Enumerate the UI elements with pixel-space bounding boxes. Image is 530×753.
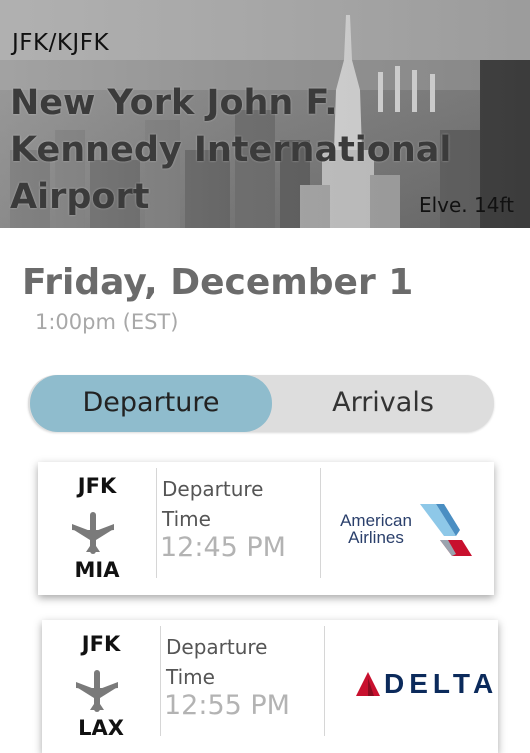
- flight-card[interactable]: JFK LAX Departure Time 12:55 PM DELTA: [42, 620, 498, 753]
- departure-time-label: Departure Time: [166, 635, 268, 689]
- airplane-icon: [72, 512, 114, 554]
- origin-code: JFK: [77, 474, 117, 498]
- destination-code: MIA: [74, 558, 120, 582]
- airline-name: American Airlines: [340, 511, 412, 547]
- tab-arrivals[interactable]: Arrivals: [272, 375, 494, 432]
- airline-name: DELTA: [384, 668, 499, 699]
- airport-elevation: Elve. 14ft: [418, 193, 514, 217]
- origin-code: JFK: [81, 632, 121, 656]
- airline-logo-delta: DELTA: [334, 620, 498, 753]
- departure-time-label: Departure Time: [162, 477, 264, 531]
- airport-code: JFK/KJFK: [12, 30, 110, 56]
- airport-header: JFK/KJFK New York John F. Kennedy Intern…: [0, 0, 530, 228]
- airport-name: New York John F. Kennedy International A…: [10, 83, 452, 217]
- destination-code: LAX: [78, 716, 124, 740]
- departure-time: 12:55 PM: [164, 690, 290, 721]
- divider: [320, 468, 321, 578]
- divider: [324, 626, 325, 736]
- divider: [156, 468, 157, 578]
- departure-time: 12:45 PM: [160, 532, 286, 563]
- divider: [160, 626, 161, 736]
- delta-widget-icon: [356, 672, 380, 696]
- schedule-time: 1:00pm (EST): [35, 310, 179, 334]
- schedule-date: Friday, December 1: [22, 262, 414, 303]
- flight-card[interactable]: JFK MIA Departure Time 12:45 PM American…: [38, 462, 494, 595]
- flight-route: JFK LAX: [42, 620, 160, 753]
- departure-arrival-toggle: Departure Arrivals: [28, 375, 494, 432]
- flight-route: JFK MIA: [38, 462, 156, 595]
- tab-departure[interactable]: Departure: [30, 375, 272, 432]
- airline-logo-american: American Airlines: [330, 462, 494, 595]
- airplane-icon: [76, 670, 118, 712]
- american-airlines-logo-icon: [420, 504, 472, 556]
